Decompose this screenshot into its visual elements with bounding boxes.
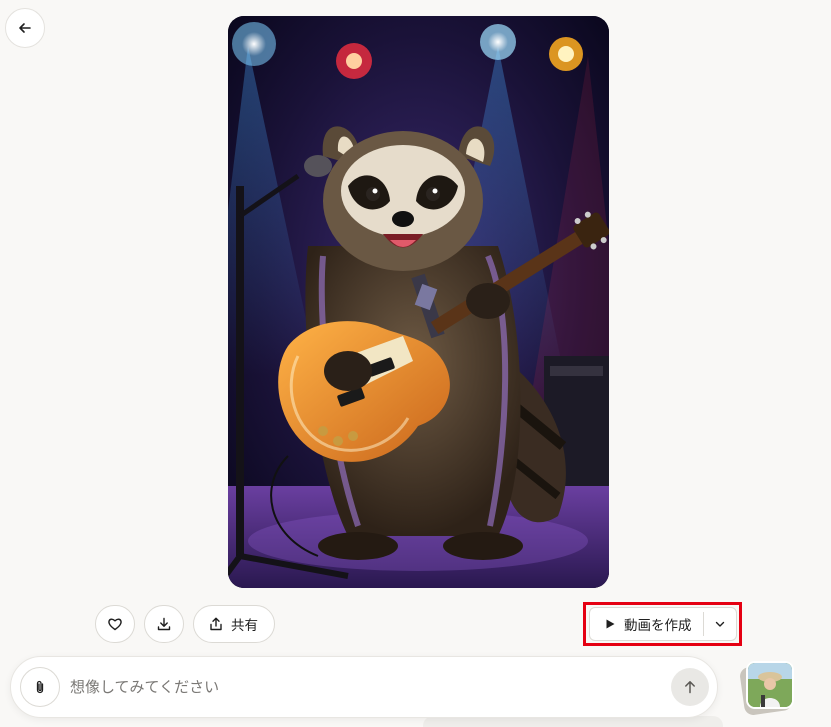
prompt-composer xyxy=(10,656,718,718)
arrow-up-icon xyxy=(685,681,695,694)
play-icon xyxy=(606,619,615,629)
create-video-label: 動画を作成 xyxy=(624,618,692,634)
heart-icon xyxy=(108,618,122,631)
reference-thumbnail-stack[interactable] xyxy=(738,659,798,717)
prompt-input[interactable] xyxy=(70,667,671,707)
send-button[interactable] xyxy=(671,668,709,706)
raccoon-guitar-illustration xyxy=(228,16,609,588)
like-button[interactable] xyxy=(95,605,135,643)
paperclip-icon xyxy=(36,680,44,694)
share-button[interactable]: 共有 xyxy=(193,605,275,643)
image-action-row: 共有 xyxy=(95,605,275,643)
reference-thumbnail[interactable] xyxy=(746,661,794,709)
download-button[interactable] xyxy=(144,605,184,643)
create-video-split-button: 動画を作成 xyxy=(589,607,737,641)
download-icon xyxy=(157,617,171,631)
share-icon xyxy=(210,617,222,631)
generated-image[interactable] xyxy=(228,16,609,588)
chevron-down-icon xyxy=(715,621,725,627)
create-video-button[interactable]: 動画を作成 xyxy=(590,608,703,640)
share-label: 共有 xyxy=(231,618,258,634)
video-options-dropdown[interactable] xyxy=(704,608,736,640)
back-button[interactable] xyxy=(5,8,45,48)
person-photo xyxy=(748,663,792,707)
attach-button[interactable] xyxy=(20,667,60,707)
arrow-left-icon xyxy=(19,23,31,33)
